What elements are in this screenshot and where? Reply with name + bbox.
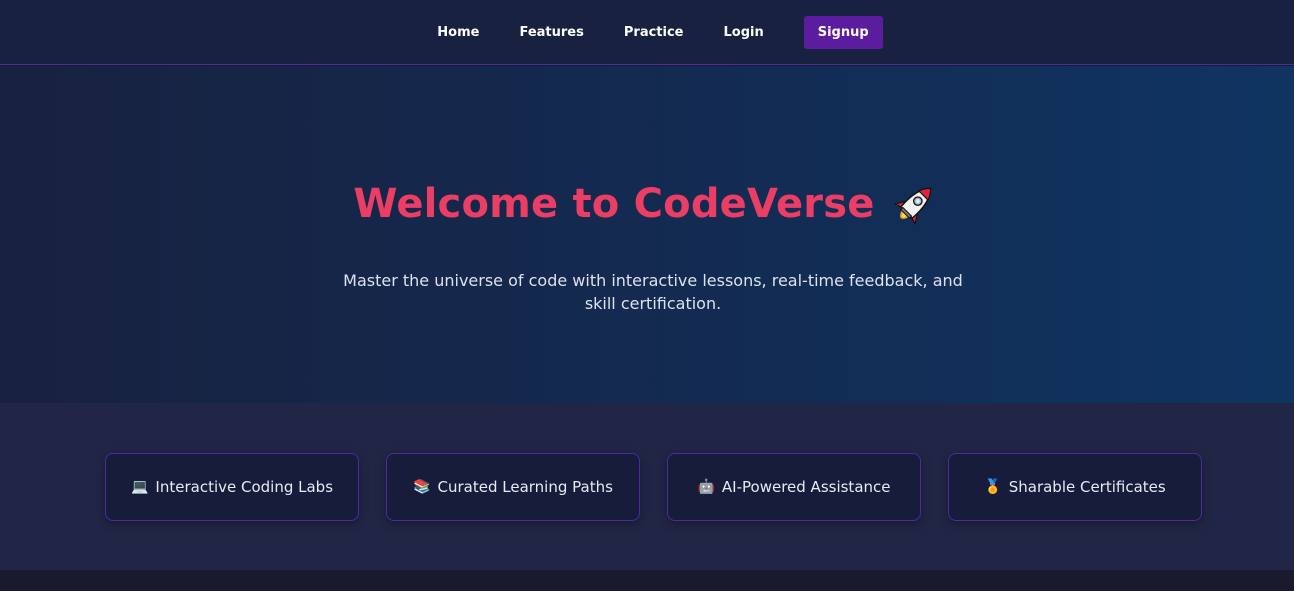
- nav-features-link[interactable]: Features: [499, 16, 603, 49]
- nav-links: Home Features Practice Login Signup: [417, 15, 883, 49]
- hero-subtitle: Master the universe of code with interac…: [343, 271, 963, 313]
- laptop-icon: 💻: [130, 479, 149, 495]
- hero-section: Welcome to CodeVerse Master the universe…: [0, 66, 1294, 403]
- feature-card-coding-labs[interactable]: 💻 Interactive Coding Labs: [105, 453, 359, 521]
- footer-strip: [0, 570, 1294, 591]
- signup-button[interactable]: Signup: [803, 15, 883, 49]
- books-icon: 📚: [413, 479, 431, 495]
- top-navbar: Home Features Practice Login Signup: [0, 0, 1294, 65]
- hero-title: Welcome to CodeVerse: [0, 178, 1294, 230]
- medal-icon: 🏅: [984, 479, 1002, 495]
- feature-label: Interactive Coding Labs: [155, 478, 334, 496]
- feature-label: AI-Powered Assistance: [721, 478, 891, 496]
- feature-label: Sharable Certificates: [1008, 478, 1166, 496]
- features-section: 💻 Interactive Coding Labs 📚 Curated Lear…: [0, 403, 1294, 570]
- feature-card-learning-paths[interactable]: 📚 Curated Learning Paths: [386, 453, 640, 521]
- nav-practice-link[interactable]: Practice: [604, 16, 704, 49]
- feature-card-certificates[interactable]: 🏅 Sharable Certificates: [948, 453, 1202, 521]
- robot-icon: 🤖: [697, 479, 715, 495]
- feature-card-ai-assistance[interactable]: 🤖 AI-Powered Assistance: [667, 453, 921, 521]
- feature-label: Curated Learning Paths: [437, 478, 613, 496]
- nav-login-link[interactable]: Login: [704, 16, 784, 49]
- rocket-icon: [889, 178, 941, 230]
- nav-home-link[interactable]: Home: [417, 16, 499, 49]
- hero-title-text: Welcome to CodeVerse: [353, 181, 875, 227]
